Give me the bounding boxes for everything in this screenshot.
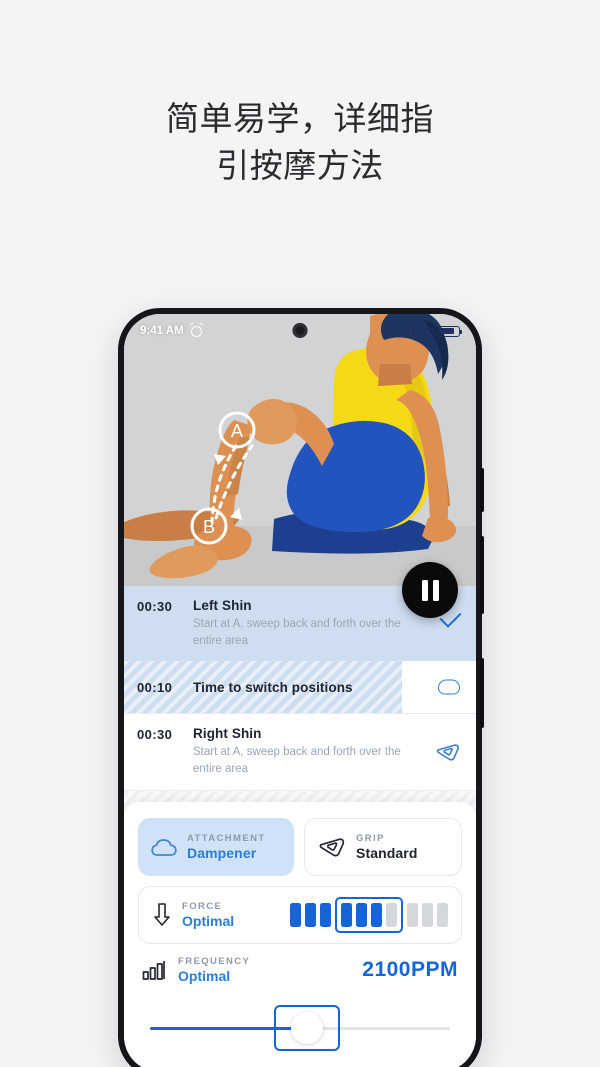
grip-icon	[436, 743, 460, 761]
exercise-body: Right Shin Start at A, sweep back and fo…	[193, 726, 462, 777]
force-text: FORCE Optimal	[182, 901, 234, 929]
slider-thumb-focus-box	[274, 1005, 340, 1051]
grip-text: GRIP Standard	[356, 833, 417, 861]
list-item[interactable]: 00:10 Time to switch positions	[124, 661, 476, 714]
phone-mockup: 9:41 AM A B 00:30 Left Shin Start at A, …	[118, 308, 484, 1067]
exercise-body: Time to switch positions	[193, 680, 462, 695]
attachment-label: ATTACHMENT	[187, 833, 266, 844]
frequency-readout: 2100PPM	[362, 958, 458, 981]
exercise-title: Right Shin	[193, 726, 262, 742]
slider-thumb[interactable]	[291, 1012, 323, 1044]
grip-icon	[318, 837, 346, 857]
force-segment[interactable]	[305, 903, 316, 927]
grip-value: Standard	[356, 845, 418, 861]
illustration-svg: A B	[124, 314, 476, 586]
phone-screen: 9:41 AM A B 00:30 Left Shin Start at A, …	[124, 314, 476, 1067]
force-segment[interactable]	[437, 903, 448, 927]
exercise-duration: 00:10	[137, 680, 173, 696]
svg-text:A: A	[231, 421, 243, 441]
check-icon	[439, 605, 462, 630]
attachment-text: ATTACHMENT Dampener	[187, 833, 266, 861]
exercise-duration: 00:30	[137, 727, 173, 743]
wifi-icon	[419, 326, 433, 337]
force-segment[interactable]	[320, 903, 331, 927]
svg-text:B: B	[203, 517, 215, 537]
force-segment[interactable]	[422, 903, 433, 927]
frequency-header: FREQUENCY Optimal 2100PPM	[142, 956, 458, 984]
attachment-grip-cards: ATTACHMENT Dampener GRIP Standard	[138, 818, 462, 876]
force-segment-bar[interactable]	[290, 892, 448, 938]
list-item[interactable]: 00:30 Right Shin Start at A, sweep back …	[124, 713, 476, 790]
controls-panel: ATTACHMENT Dampener GRIP Standard FORCE …	[124, 802, 476, 1067]
exercise-title: Time to switch positions	[193, 679, 353, 695]
page-title: 简单易学，详细指 引按摩方法	[0, 96, 600, 190]
force-value: Optimal	[182, 913, 235, 929]
pause-icon-bar-right	[432, 579, 439, 601]
bar-chart-icon	[142, 960, 168, 980]
alarm-clock-icon	[190, 325, 202, 337]
frequency-value: Optimal	[178, 968, 231, 984]
attachment-value: Dampener	[187, 845, 257, 861]
exercise-illustration: A B	[124, 314, 476, 586]
exercise-description: Start at A, sweep back and forth over th…	[193, 746, 401, 776]
force-segment[interactable]	[386, 903, 397, 927]
status-bar-right	[399, 325, 463, 337]
cloud-attachment-icon	[151, 838, 177, 857]
phone-side-button-top[interactable]	[480, 468, 484, 512]
exercise-description: Start at A, sweep back and forth over th…	[193, 618, 401, 647]
down-arrow-icon	[152, 902, 172, 928]
app-store-screenshot: 简单易学，详细指 引按摩方法 9:41 AM A B 00:30 Left Sh…	[0, 0, 600, 1067]
exercise-title: Left Shin	[193, 598, 252, 613]
headline-line-2: 引按摩方法	[216, 146, 384, 184]
front-camera-icon	[292, 323, 308, 338]
headline-line-1: 简单易学，详细指	[166, 100, 434, 137]
force-control[interactable]: FORCE Optimal	[138, 886, 462, 944]
force-segment[interactable]	[356, 903, 367, 927]
grip-label: GRIP	[356, 833, 385, 844]
pause-button[interactable]	[402, 562, 458, 618]
force-optimal-range	[335, 897, 403, 933]
cellular-signal-icon	[399, 325, 414, 337]
force-segment[interactable]	[371, 903, 382, 927]
attachment-card[interactable]: ATTACHMENT Dampener	[138, 818, 294, 876]
status-bar-time: 9:41 AM	[140, 325, 184, 337]
phone-side-button-volume[interactable]	[480, 536, 484, 614]
force-label: FORCE	[182, 901, 223, 912]
status-bar-left: 9:41 AM	[140, 325, 202, 337]
frequency-slider[interactable]	[142, 1005, 458, 1052]
battery-icon	[438, 325, 463, 337]
exercise-list[interactable]: 00:30 Left Shin Start at A, sweep back a…	[124, 586, 476, 812]
frequency-text: FREQUENCY Optimal	[178, 956, 250, 984]
frequency-control[interactable]: FREQUENCY Optimal 2100PPM	[138, 956, 462, 1052]
pause-icon-bar-left	[421, 579, 428, 601]
force-segment[interactable]	[341, 903, 352, 927]
frequency-label: FREQUENCY	[178, 956, 251, 967]
grip-card[interactable]: GRIP Standard	[304, 818, 462, 876]
force-segment[interactable]	[407, 903, 418, 927]
force-segment[interactable]	[290, 903, 301, 927]
cloud-attachment-icon	[438, 679, 460, 695]
phone-side-button-power[interactable]	[480, 658, 484, 728]
exercise-duration: 00:30	[137, 599, 173, 614]
